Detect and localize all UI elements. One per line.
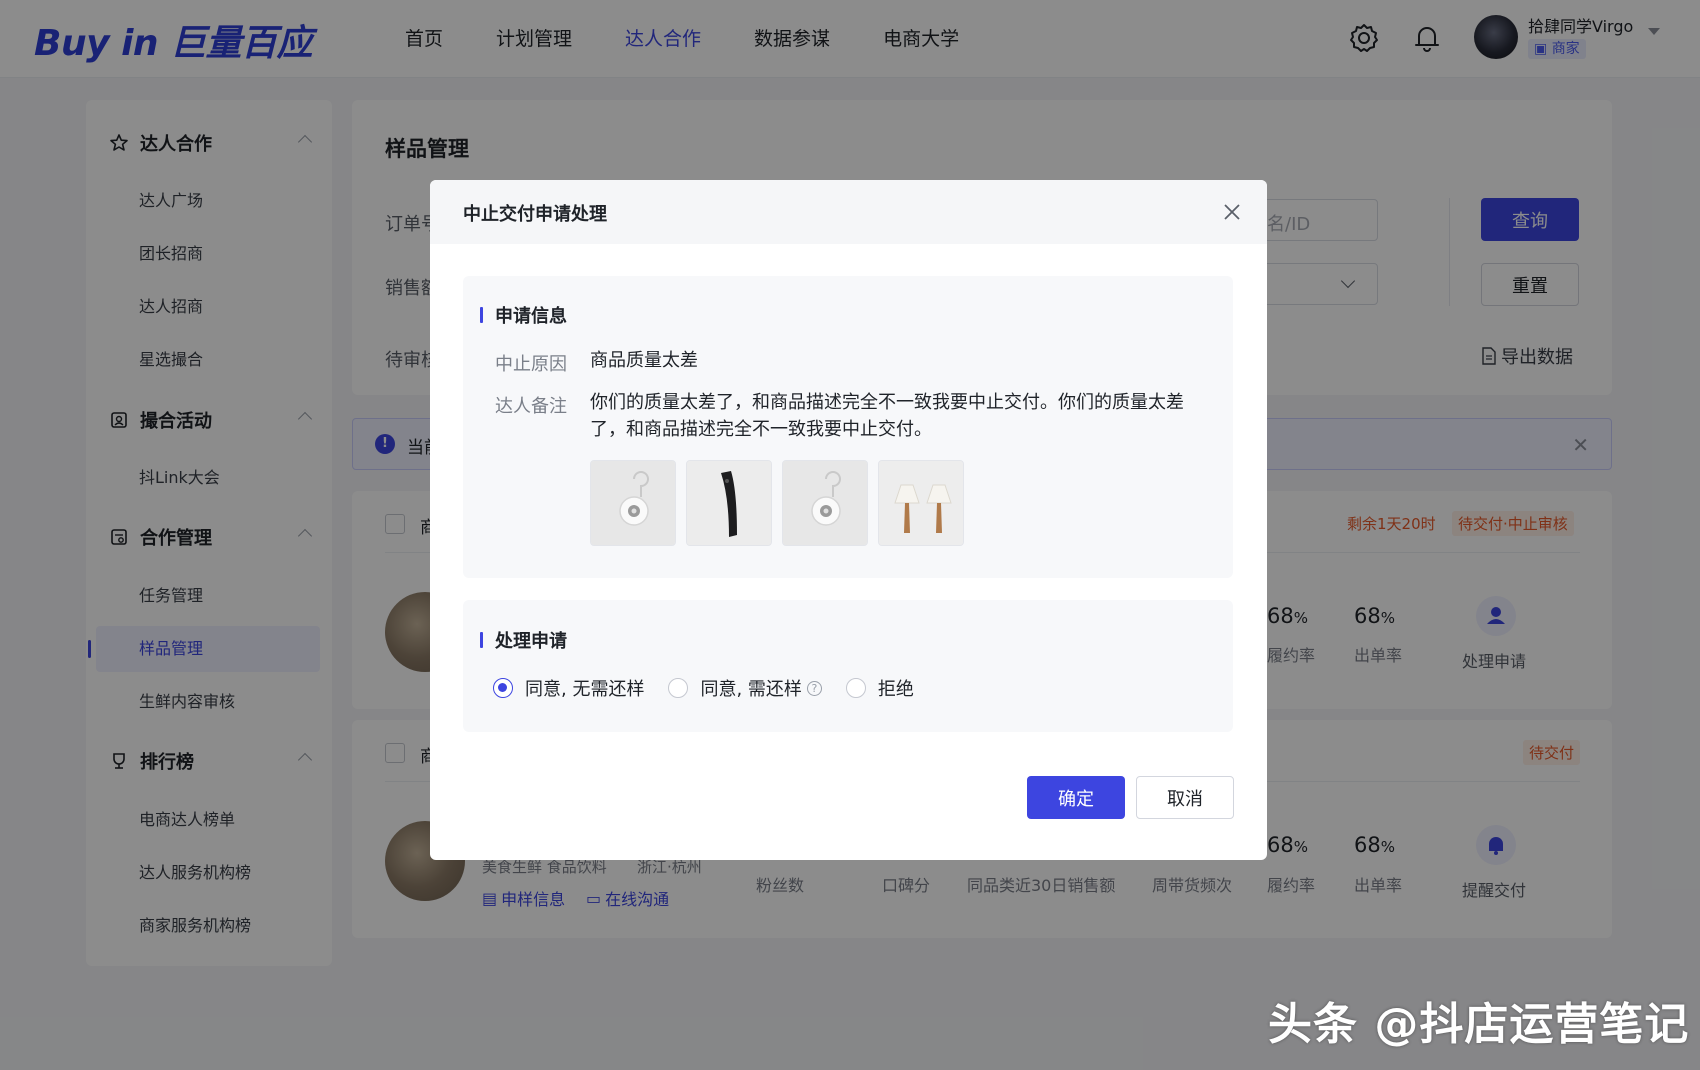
modal-title: 中止交付申请处理 [463,204,607,225]
section-title-info: 申请信息 [480,302,567,328]
hook-product-photo [783,461,867,545]
radio-dot[interactable] [493,678,513,698]
close-icon[interactable] [1222,202,1242,222]
radio-dot[interactable] [845,678,866,698]
stop-delivery-modal: 中止交付申请处理 申请信息 中止原因 商品质量太差 达人备注 你们的质量太差了，… [430,180,1267,860]
option-label: 同意, 需还样 [700,679,802,700]
product-thumbnail[interactable] [878,460,964,546]
modal-header: 中止交付申请处理 [430,180,1267,244]
option-label: 拒绝 [877,679,914,700]
option-agree-no-return[interactable]: 同意, 无需还样 [493,675,644,701]
process-options: 同意, 无需还样 同意, 需还样 ? 拒绝 [493,675,938,701]
option-reject[interactable]: 拒绝 [845,675,914,701]
black-device-photo [687,461,771,545]
radio-dot[interactable] [668,678,689,698]
product-thumbnail[interactable] [686,460,772,546]
watermark: 头条 @抖店运营笔记 [1268,999,1690,1050]
question-icon[interactable]: ? [806,680,822,696]
note-label: 达人备注 [495,396,567,417]
reason-value: 商品质量太差 [590,350,698,371]
hook-product-photo [591,461,675,545]
section-title-process: 处理申请 [480,627,567,653]
product-thumbnail[interactable] [590,460,676,546]
cancel-button[interactable]: 取消 [1136,776,1234,819]
option-label: 同意, 无需还样 [525,679,645,700]
option-agree-return[interactable]: 同意, 需还样 ? [668,675,822,701]
reason-label: 中止原因 [495,354,567,375]
note-value: 你们的质量太差了，和商品描述完全不一致我要中止交付。你们的质量太差了，和商品描述… [590,392,1184,440]
product-thumbnail[interactable] [782,460,868,546]
confirm-button[interactable]: 确定 [1027,776,1125,819]
process-section [463,600,1233,732]
table-lamps-photo [879,461,963,545]
